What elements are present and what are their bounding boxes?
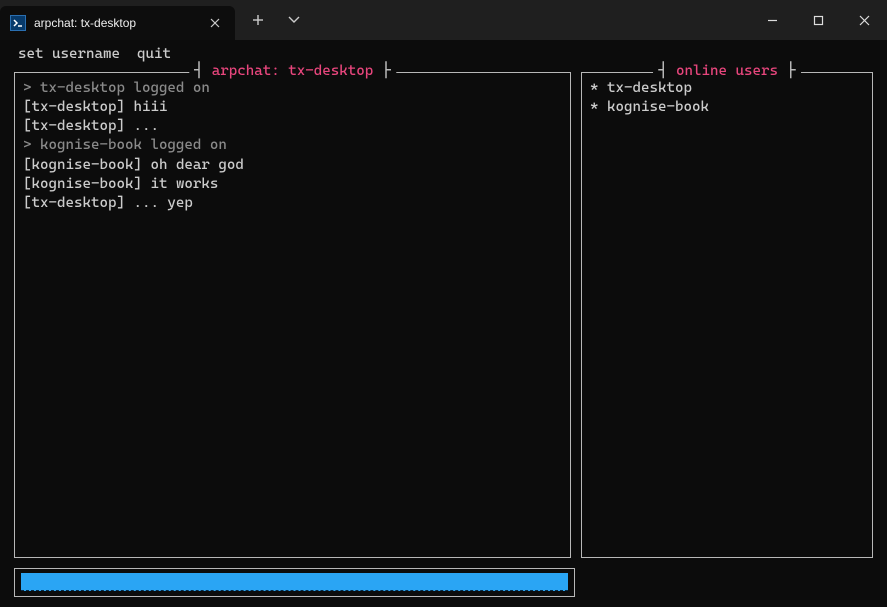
chat-panel: arpchat: tx-desktop > tx-desktop logged … xyxy=(14,72,571,558)
input-panel xyxy=(14,568,575,597)
log-line: > kognise-book logged on xyxy=(23,136,562,155)
users-panel: online users * tx-desktop* kognise-book xyxy=(581,72,873,558)
menu-set-username[interactable]: set username xyxy=(18,46,120,62)
log-line: [kognise-book] oh dear god xyxy=(23,156,562,175)
log-line: [tx-desktop] ... yep xyxy=(23,194,562,213)
tabbar-buttons xyxy=(235,0,317,40)
terminal-area: set username quit arpchat: tx-desktop > … xyxy=(0,40,887,607)
chat-panel-title: arpchat: tx-desktop xyxy=(189,63,396,79)
menu-quit[interactable]: quit xyxy=(137,46,171,62)
window-controls xyxy=(749,0,887,40)
new-tab-button[interactable] xyxy=(243,5,273,35)
log-line: [tx-desktop] ... xyxy=(23,117,562,136)
tab-active[interactable]: arpchat: tx-desktop xyxy=(0,6,235,40)
tab-title: arpchat: tx-desktop xyxy=(34,16,197,30)
minimize-button[interactable] xyxy=(749,0,795,40)
titlebar: arpchat: tx-desktop xyxy=(0,0,887,40)
log-line: > tx-desktop logged on xyxy=(23,79,562,98)
user-item: * tx-desktop xyxy=(590,79,864,98)
chat-log: > tx-desktop logged on[tx-desktop] hiii[… xyxy=(23,79,562,213)
user-item: * kognise-book xyxy=(590,98,864,117)
users-panel-title: online users xyxy=(653,63,801,79)
log-line: [kognise-book] it works xyxy=(23,175,562,194)
tab-close-button[interactable] xyxy=(205,13,225,33)
users-list: * tx-desktop* kognise-book xyxy=(590,79,864,117)
close-window-button[interactable] xyxy=(841,0,887,40)
message-input[interactable] xyxy=(21,573,568,591)
maximize-button[interactable] xyxy=(795,0,841,40)
log-line: [tx-desktop] hiii xyxy=(23,98,562,117)
tab-dropdown-button[interactable] xyxy=(279,5,309,35)
terminal-icon xyxy=(10,15,26,31)
menu-bar: set username quit xyxy=(10,44,877,62)
